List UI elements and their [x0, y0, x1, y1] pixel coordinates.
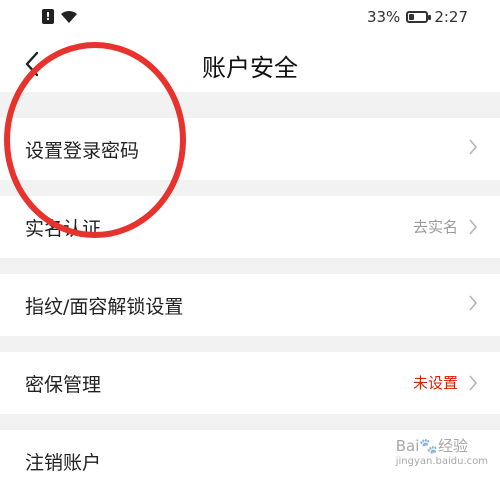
status-left: ! [42, 9, 78, 24]
row-set-login-password[interactable]: 设置登录密码 [0, 118, 500, 180]
chevron-right-icon [469, 374, 478, 391]
wifi-icon [61, 10, 77, 23]
row-label: 设置登录密码 [25, 140, 140, 162]
row-right: 未设置 [413, 372, 478, 393]
row-label: 密保管理 [25, 374, 102, 396]
watermark-brand: Bai🐾经验 [395, 437, 469, 455]
chevron-right-icon [469, 139, 478, 155]
row-label: 指纹/面容解锁设置 [25, 296, 184, 318]
battery-percent: 33% [366, 8, 401, 26]
row-value: 未设置 [412, 374, 458, 392]
watermark-site: jingyan.baidu.com [395, 456, 488, 467]
chevron-right-icon [469, 295, 478, 311]
battery-fill [409, 14, 415, 20]
status-right: 33% 2:27 [367, 8, 468, 26]
row-fingerprint-face-unlock[interactable]: 指纹/面容解锁设置 [0, 274, 500, 336]
baidu-watermark: Bai🐾经验 jingyan.baidu.com [396, 435, 488, 467]
page-title: 账户安全 [202, 54, 298, 82]
row-value: 去实名 [412, 218, 458, 236]
row-real-name-verification[interactable]: 实名认证 去实名 [0, 196, 500, 258]
chevron-right-icon [469, 218, 478, 235]
nav-bar: 账户安全 [0, 36, 500, 92]
row-label: 实名认证 [25, 218, 102, 240]
battery-icon [406, 11, 432, 23]
clock: 2:27 [434, 8, 468, 26]
row-right: 去实名 [413, 216, 478, 237]
row-right [468, 294, 478, 312]
sim-alert-icon: ! [42, 9, 54, 24]
row-label: 注销账户 [25, 452, 102, 474]
status-bar: ! 33% 2:27 [0, 0, 500, 36]
row-right [468, 138, 478, 156]
row-security-question[interactable]: 密保管理 未设置 [0, 352, 500, 414]
